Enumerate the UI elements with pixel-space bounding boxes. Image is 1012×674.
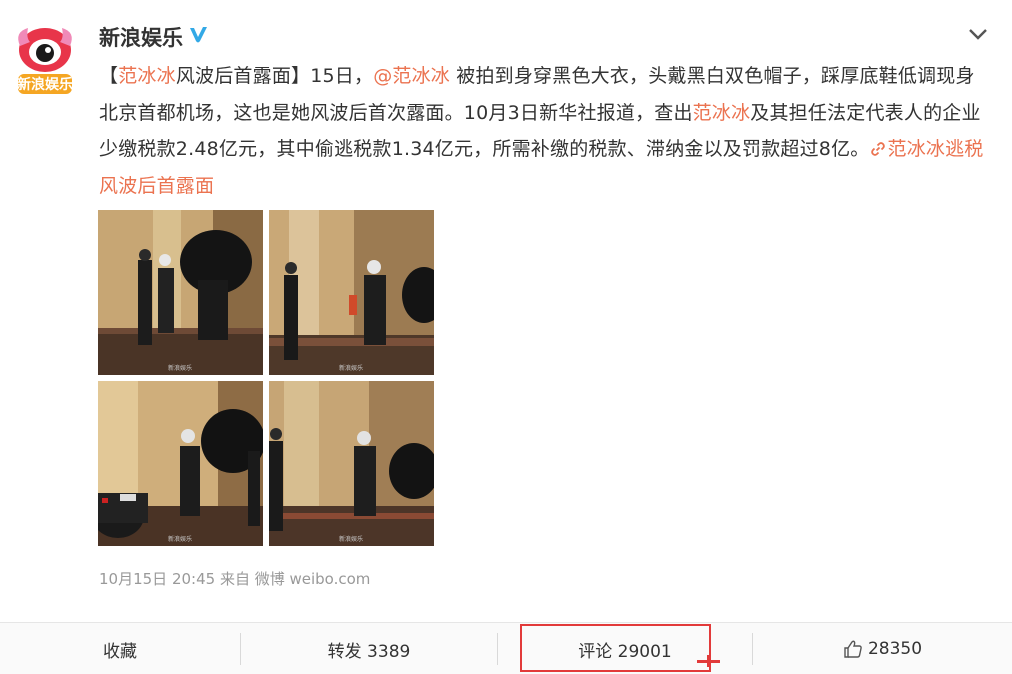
photo-watermark: 新浪娱乐 <box>339 364 363 372</box>
verified-icon <box>187 24 209 46</box>
post-photo[interactable]: 新浪娱乐 <box>269 381 434 546</box>
cursor-mark <box>707 655 710 667</box>
post-photo[interactable]: 新浪娱乐 <box>98 210 263 375</box>
post-photo[interactable]: 新浪娱乐 <box>98 381 263 546</box>
mention-link[interactable]: @范冰冰 <box>373 65 450 87</box>
avatar-logo-text: 新浪娱乐 <box>17 76 73 93</box>
action-bar: 收藏 转发 3389 评论 29001 28350 <box>0 622 1012 674</box>
avatar[interactable]: 新浪娱乐 <box>12 18 78 98</box>
photo-watermark: 新浪娱乐 <box>168 535 192 543</box>
repost-button[interactable]: 转发 3389 <box>241 623 497 674</box>
like-button[interactable]: 28350 <box>753 623 1012 674</box>
thumbs-up-icon <box>844 640 862 658</box>
name-link[interactable]: 范冰冰 <box>693 102 751 124</box>
text-segment: 风波后首露面】15日， <box>175 65 374 87</box>
post-meta: 10月15日 20:45 来自 微博 weibo.com <box>99 570 371 588</box>
photo-watermark: 新浪娱乐 <box>339 535 363 543</box>
author-name[interactable]: 新浪娱乐 <box>99 22 183 52</box>
text-bracket-open: 【 <box>99 65 119 87</box>
photo-watermark: 新浪娱乐 <box>168 364 192 372</box>
link-icon <box>870 142 885 156</box>
like-count: 28350 <box>867 639 923 659</box>
post-text: 【范冰冰风波后首露面】15日，@范冰冰 被拍到身穿黑色大衣，头戴黑白双色帽子，踩… <box>99 58 989 204</box>
post-photo[interactable]: 新浪娱乐 <box>269 210 434 375</box>
name-link[interactable]: 范冰冰 <box>118 65 176 87</box>
highlight-box <box>520 624 711 672</box>
chevron-down-icon[interactable] <box>965 24 991 44</box>
favorite-button[interactable]: 收藏 <box>0 623 240 674</box>
weibo-post-card: 新浪娱乐 新浪娱乐 【范冰冰风波后首露面】15日，@范冰冰 被拍到身穿黑色大衣，… <box>0 0 1012 674</box>
